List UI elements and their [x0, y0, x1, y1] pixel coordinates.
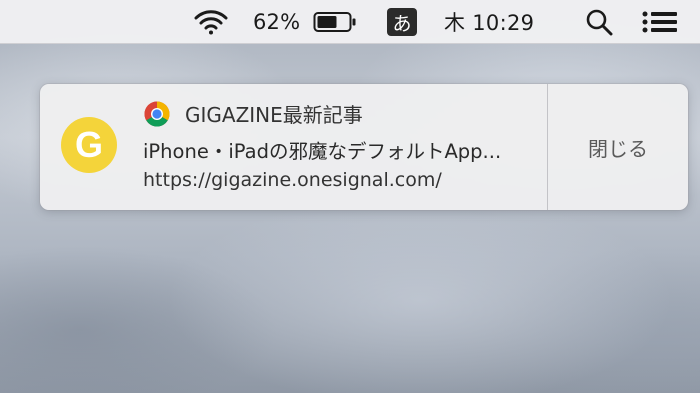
- battery-icon[interactable]: [312, 0, 358, 44]
- gigazine-logo: G: [61, 117, 117, 173]
- notification-content[interactable]: G GIGAZINE最新記事 iPhone・iPadの邪魔なデフォルトApp..…: [40, 84, 547, 210]
- wifi-icon[interactable]: [192, 0, 230, 44]
- notification-title: GIGAZINE最新記事: [185, 103, 363, 127]
- menu-bar: 62% あ 木 10:29: [0, 0, 700, 44]
- input-method-label: あ: [387, 8, 417, 36]
- menu-clock[interactable]: 木 10:29: [444, 0, 534, 44]
- list-icon[interactable]: [640, 0, 680, 44]
- close-button[interactable]: 閉じる: [548, 84, 688, 210]
- chrome-icon: [144, 101, 170, 127]
- notification-message: iPhone・iPadの邪魔なデフォルトApp...: [143, 140, 502, 163]
- battery-percentage[interactable]: 62%: [253, 0, 300, 44]
- notification-url: https://gigazine.onesignal.com/: [143, 169, 442, 191]
- search-icon[interactable]: [584, 0, 614, 44]
- notification-banner[interactable]: G GIGAZINE最新記事 iPhone・iPadの邪魔なデフォルトApp..…: [40, 84, 688, 210]
- input-method-menu[interactable]: あ: [387, 0, 417, 44]
- desktop-background: 62% あ 木 10:29 G GIGAZINE最新記事 iPhone・iPad…: [0, 0, 700, 393]
